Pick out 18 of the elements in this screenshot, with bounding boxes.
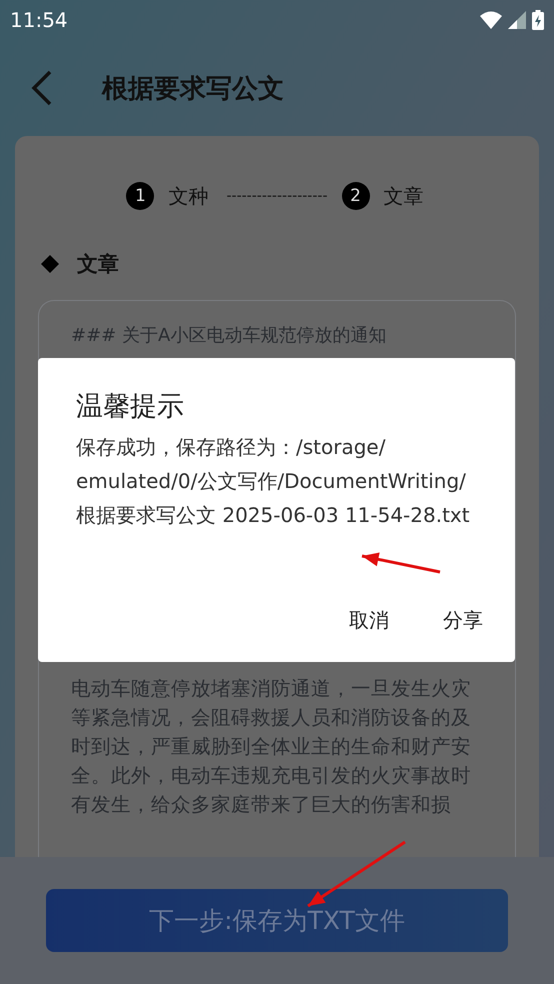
step-connector: -------------------- [226, 188, 328, 204]
step-number: 2 [342, 182, 370, 210]
article-paragraph: 电动车随意停放堵塞消防通道，一旦发生火灾等紧急情况，会阻碍救援人员和消防设备的及时到达，严重威胁到全体业主的生命和财产安全。此外，电动车违规充电引发的火灾事故时有发生，给众多家庭带来了巨大的伤害和损 [71, 676, 472, 818]
step-label: 文章 [384, 182, 424, 210]
dialog-message: 保存成功，保存路径为：/storage/emulated/0/公文写作/DocumentWriting/根据要求写公文 2025-06-03 11-54-28.txt [76, 434, 471, 529]
step-number: 1 [126, 182, 154, 210]
dialog-title: 温馨提示 [76, 390, 185, 424]
signal-icon [508, 11, 526, 29]
diamond-icon [41, 255, 59, 273]
status-time: 11:54 [10, 8, 68, 32]
section-title: 文章 [77, 251, 119, 278]
battery-icon [532, 10, 544, 30]
page-title: 根据要求写公文 [102, 72, 284, 106]
article-heading: ### 关于A小区电动车规范停放的通知 [71, 324, 388, 348]
step-label: 文种 [168, 182, 208, 210]
dialog-button[interactable]: 取消 [337, 599, 401, 642]
dialog-button[interactable]: 分享 [431, 599, 495, 642]
wifi-icon [480, 11, 502, 29]
